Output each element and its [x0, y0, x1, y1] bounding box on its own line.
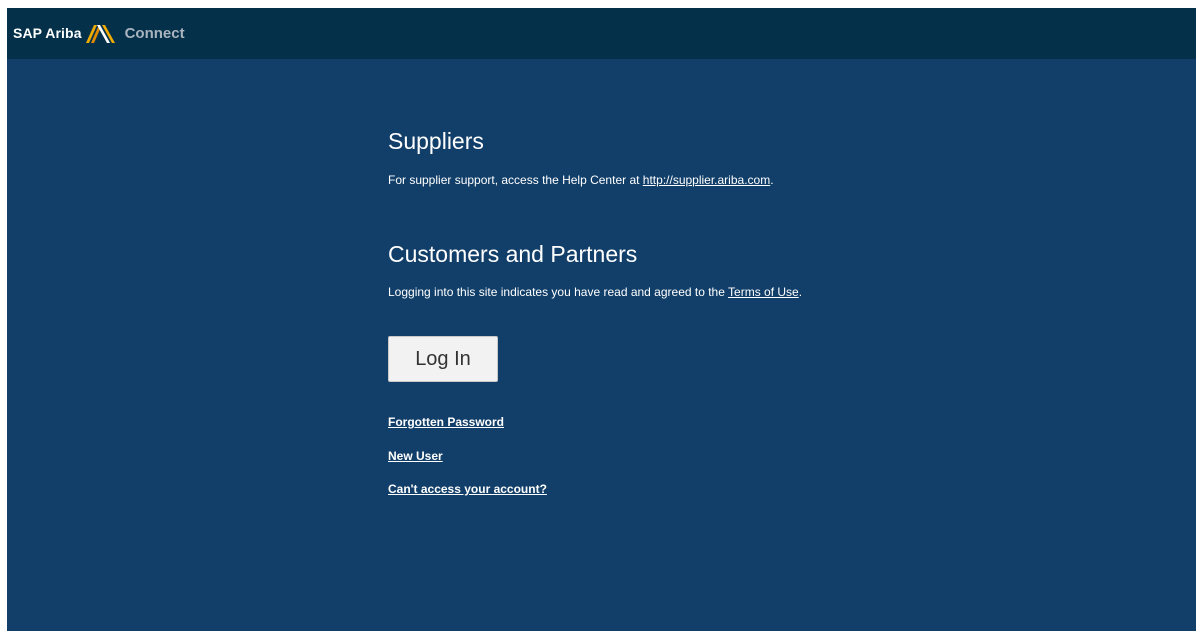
page-frame: SAP Ariba Connect Suppliers For supplier…	[7, 8, 1196, 631]
login-button[interactable]: Log In	[388, 336, 498, 382]
customers-partners-heading: Customers and Partners	[388, 241, 638, 267]
cant-access-account-link[interactable]: Can't access your account?	[388, 481, 547, 497]
ariba-chevron-logo-icon	[85, 22, 117, 44]
suppliers-text-prefix: For supplier support, access the Help Ce…	[388, 173, 643, 187]
terms-notice-text: Logging into this site indicates you hav…	[388, 284, 802, 300]
top-header-bar: SAP Ariba Connect	[7, 8, 1196, 59]
supplier-help-center-link[interactable]: http://supplier.ariba.com	[643, 173, 770, 187]
new-user-link[interactable]: New User	[388, 448, 443, 464]
product-name: Connect	[124, 24, 185, 42]
forgotten-password-link[interactable]: Forgotten Password	[388, 414, 504, 430]
suppliers-support-text: For supplier support, access the Help Ce…	[388, 172, 774, 188]
terms-text-suffix: .	[798, 285, 803, 299]
terms-of-use-link[interactable]: Terms of Use	[728, 285, 799, 299]
brand-name: SAP Ariba	[13, 25, 82, 41]
suppliers-text-suffix: .	[770, 173, 774, 187]
brand-logo[interactable]: SAP Ariba Connect	[13, 22, 185, 44]
terms-text-prefix: Logging into this site indicates you hav…	[388, 285, 729, 299]
suppliers-heading: Suppliers	[388, 128, 484, 154]
